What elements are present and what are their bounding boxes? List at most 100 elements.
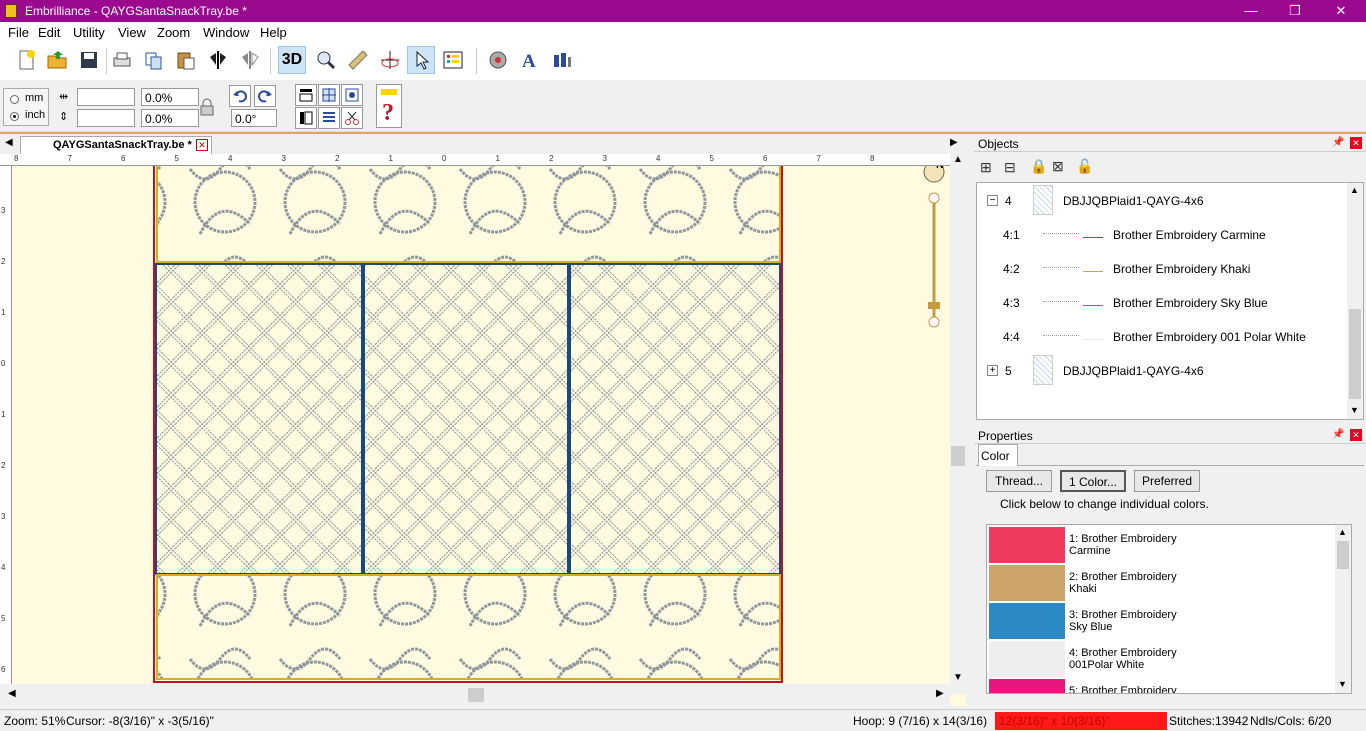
document-tab[interactable]: QAYGSantaSnackTray.be * — [20, 136, 212, 154]
group-icon[interactable]: ⊞ — [980, 159, 992, 176]
tree-item[interactable]: Brother Embroidery Sky Blue — [1113, 296, 1268, 310]
new-file-icon[interactable] — [12, 46, 40, 74]
width-percent-field[interactable]: 0.0% — [141, 88, 199, 106]
scroll-right-icon[interactable]: ▶ — [936, 688, 944, 699]
hoop-center-icon[interactable] — [376, 46, 404, 74]
height-field[interactable] — [77, 109, 135, 127]
tree-scrollbar[interactable]: ▲ ▼ — [1347, 183, 1363, 419]
menu-view[interactable]: View — [118, 25, 146, 40]
minimize-icon[interactable]: — — [1228, 0, 1274, 22]
color-list[interactable]: ▲ ▼ 1: Brother Embroidery Carmine 2: Broth… — [986, 524, 1352, 694]
scroll-thumb[interactable] — [951, 446, 965, 466]
tree-item[interactable]: DBJJQBPlaid1-QAYG-4x6 — [1063, 194, 1204, 208]
close-icon[interactable]: ✕ — [1318, 0, 1364, 22]
tree-item-index: 4 — [1005, 194, 1012, 208]
center-design-icon[interactable] — [318, 84, 340, 106]
color-label[interactable]: 5: Brother Embroidery — [1069, 685, 1209, 693]
horizontal-scrollbar[interactable]: ◀ ▶ — [0, 684, 950, 706]
select-pointer-icon[interactable] — [407, 46, 435, 74]
vertical-scrollbar[interactable]: ▲ ▼ — [950, 154, 966, 694]
cut-scissors-icon[interactable] — [341, 107, 363, 129]
scroll-down-icon[interactable]: ▼ — [953, 672, 963, 683]
color-label[interactable]: 3: Brother Embroidery Sky Blue — [1069, 609, 1209, 633]
color-swatch[interactable] — [989, 641, 1065, 677]
align-top-icon[interactable] — [295, 84, 317, 106]
scroll-up-icon[interactable]: ▲ — [1338, 527, 1347, 537]
scroll-up-icon[interactable]: ▲ — [953, 154, 963, 165]
menu-zoom[interactable]: Zoom — [157, 25, 190, 40]
unit-mm-radio[interactable] — [10, 95, 19, 104]
color-label-line2: Carmine — [1069, 545, 1111, 557]
design-canvas[interactable]: N 8 7 6 5 4 3 2 1 0 1 2 3 4 5 6 7 8 3 2 1 0 1 2 3 4 5 6 ▲ ▼ ◀ ▶ — [0, 154, 966, 706]
color-label[interactable]: 1: Brother Embroidery Carmine — [1069, 533, 1209, 557]
menu-help[interactable]: Help — [260, 25, 287, 40]
scroll-thumb[interactable] — [1337, 541, 1349, 569]
align-left-icon[interactable] — [295, 107, 317, 129]
tree-item[interactable]: Brother Embroidery Carmine — [1113, 228, 1266, 242]
scroll-down-icon[interactable]: ▼ — [1338, 679, 1347, 689]
menu-utility[interactable]: Utility — [73, 25, 105, 40]
tab-close-icon[interactable]: ✕ — [196, 139, 208, 151]
scroll-down-icon[interactable]: ▼ — [1350, 405, 1359, 415]
text-tool-icon[interactable]: A — [516, 46, 544, 74]
color-swatch[interactable] — [989, 565, 1065, 601]
color-list-scrollbar[interactable]: ▲ ▼ — [1335, 525, 1351, 693]
properties-list-icon[interactable] — [439, 46, 467, 74]
view-3d-button[interactable]: 3D — [278, 46, 306, 74]
paste-icon[interactable] — [172, 46, 200, 74]
one-color-button[interactable]: 1 Color... — [1060, 470, 1126, 492]
menu-window[interactable]: Window — [203, 25, 249, 40]
width-field[interactable] — [77, 88, 135, 106]
thread-button[interactable]: Thread... — [986, 470, 1052, 492]
menu-file[interactable]: File — [8, 25, 29, 40]
scroll-up-icon[interactable]: ▲ — [1350, 185, 1359, 195]
tree-item[interactable]: DBJJQBPlaid1-QAYG-4x6 — [1063, 364, 1204, 378]
pin-icon[interactable]: 📌 — [1332, 429, 1344, 440]
tab-color[interactable]: Color — [978, 444, 1018, 466]
tree-item[interactable]: Brother Embroidery 001 Polar White — [1113, 330, 1306, 344]
lock-icon[interactable]: 🔒 — [1030, 158, 1047, 175]
proportion-lock-icon[interactable] — [200, 98, 214, 119]
tree-expander-icon[interactable]: − — [987, 195, 998, 206]
color-label[interactable]: 2: Brother Embroidery Khaki — [1069, 571, 1209, 595]
open-folder-icon[interactable] — [43, 46, 71, 74]
unlock-icon[interactable]: 🔓 — [1076, 158, 1093, 175]
zoom-magnifier-icon[interactable] — [312, 46, 340, 74]
object-tree[interactable]: −4 DBJJQBPlaid1-QAYG-4x6 4:1 Brother Embroi… — [976, 182, 1364, 420]
tab-scroll-right-icon[interactable]: ▶ — [950, 137, 958, 148]
pin-icon[interactable]: 📌 — [1332, 137, 1344, 148]
rotation-field[interactable]: 0.0° — [231, 109, 277, 127]
unit-inch-radio[interactable] — [10, 112, 19, 121]
height-percent-field[interactable]: 0.0% — [141, 109, 199, 127]
scroll-thumb[interactable] — [1349, 309, 1361, 399]
tab-scroll-left-icon[interactable]: ◀ — [5, 137, 13, 148]
restore-icon[interactable]: ❐ — [1272, 0, 1318, 22]
color-swatch[interactable] — [989, 603, 1065, 639]
print-icon[interactable] — [108, 46, 136, 74]
scroll-thumb[interactable] — [468, 688, 484, 702]
panel-close-icon[interactable]: ✕ — [1350, 137, 1362, 149]
ungroup-icon[interactable]: ⊟ — [1004, 159, 1016, 176]
lock-all-icon[interactable]: ⊠ — [1052, 158, 1064, 175]
menu-edit[interactable]: Edit — [38, 25, 60, 40]
list-order-icon[interactable] — [318, 107, 340, 129]
help-question-icon[interactable]: ? — [376, 84, 402, 128]
save-icon[interactable] — [75, 46, 103, 74]
tree-expander-icon[interactable]: + — [987, 365, 998, 376]
tree-item[interactable]: Brother Embroidery Khaki — [1113, 262, 1250, 276]
color-label[interactable]: 4: Brother Embroidery 001Polar White — [1069, 647, 1209, 671]
preferred-button[interactable]: Preferred — [1134, 470, 1200, 492]
rotate-left-icon[interactable] — [229, 85, 251, 107]
scroll-left-icon[interactable]: ◀ — [8, 688, 16, 699]
center-hoop-icon[interactable] — [341, 84, 363, 106]
mirror-horizontal-icon[interactable] — [204, 46, 232, 74]
thread-spool-icon[interactable] — [548, 46, 576, 74]
ruler-measure-icon[interactable] — [344, 46, 372, 74]
mirror-vertical-icon[interactable] — [236, 46, 264, 74]
color-swatch[interactable] — [989, 527, 1065, 563]
color-swatch[interactable] — [989, 679, 1065, 693]
stitch-settings-icon[interactable] — [484, 46, 512, 74]
rotate-right-icon[interactable] — [254, 85, 276, 107]
panel-close-icon[interactable]: ✕ — [1350, 429, 1362, 441]
copy-icon[interactable] — [140, 46, 168, 74]
